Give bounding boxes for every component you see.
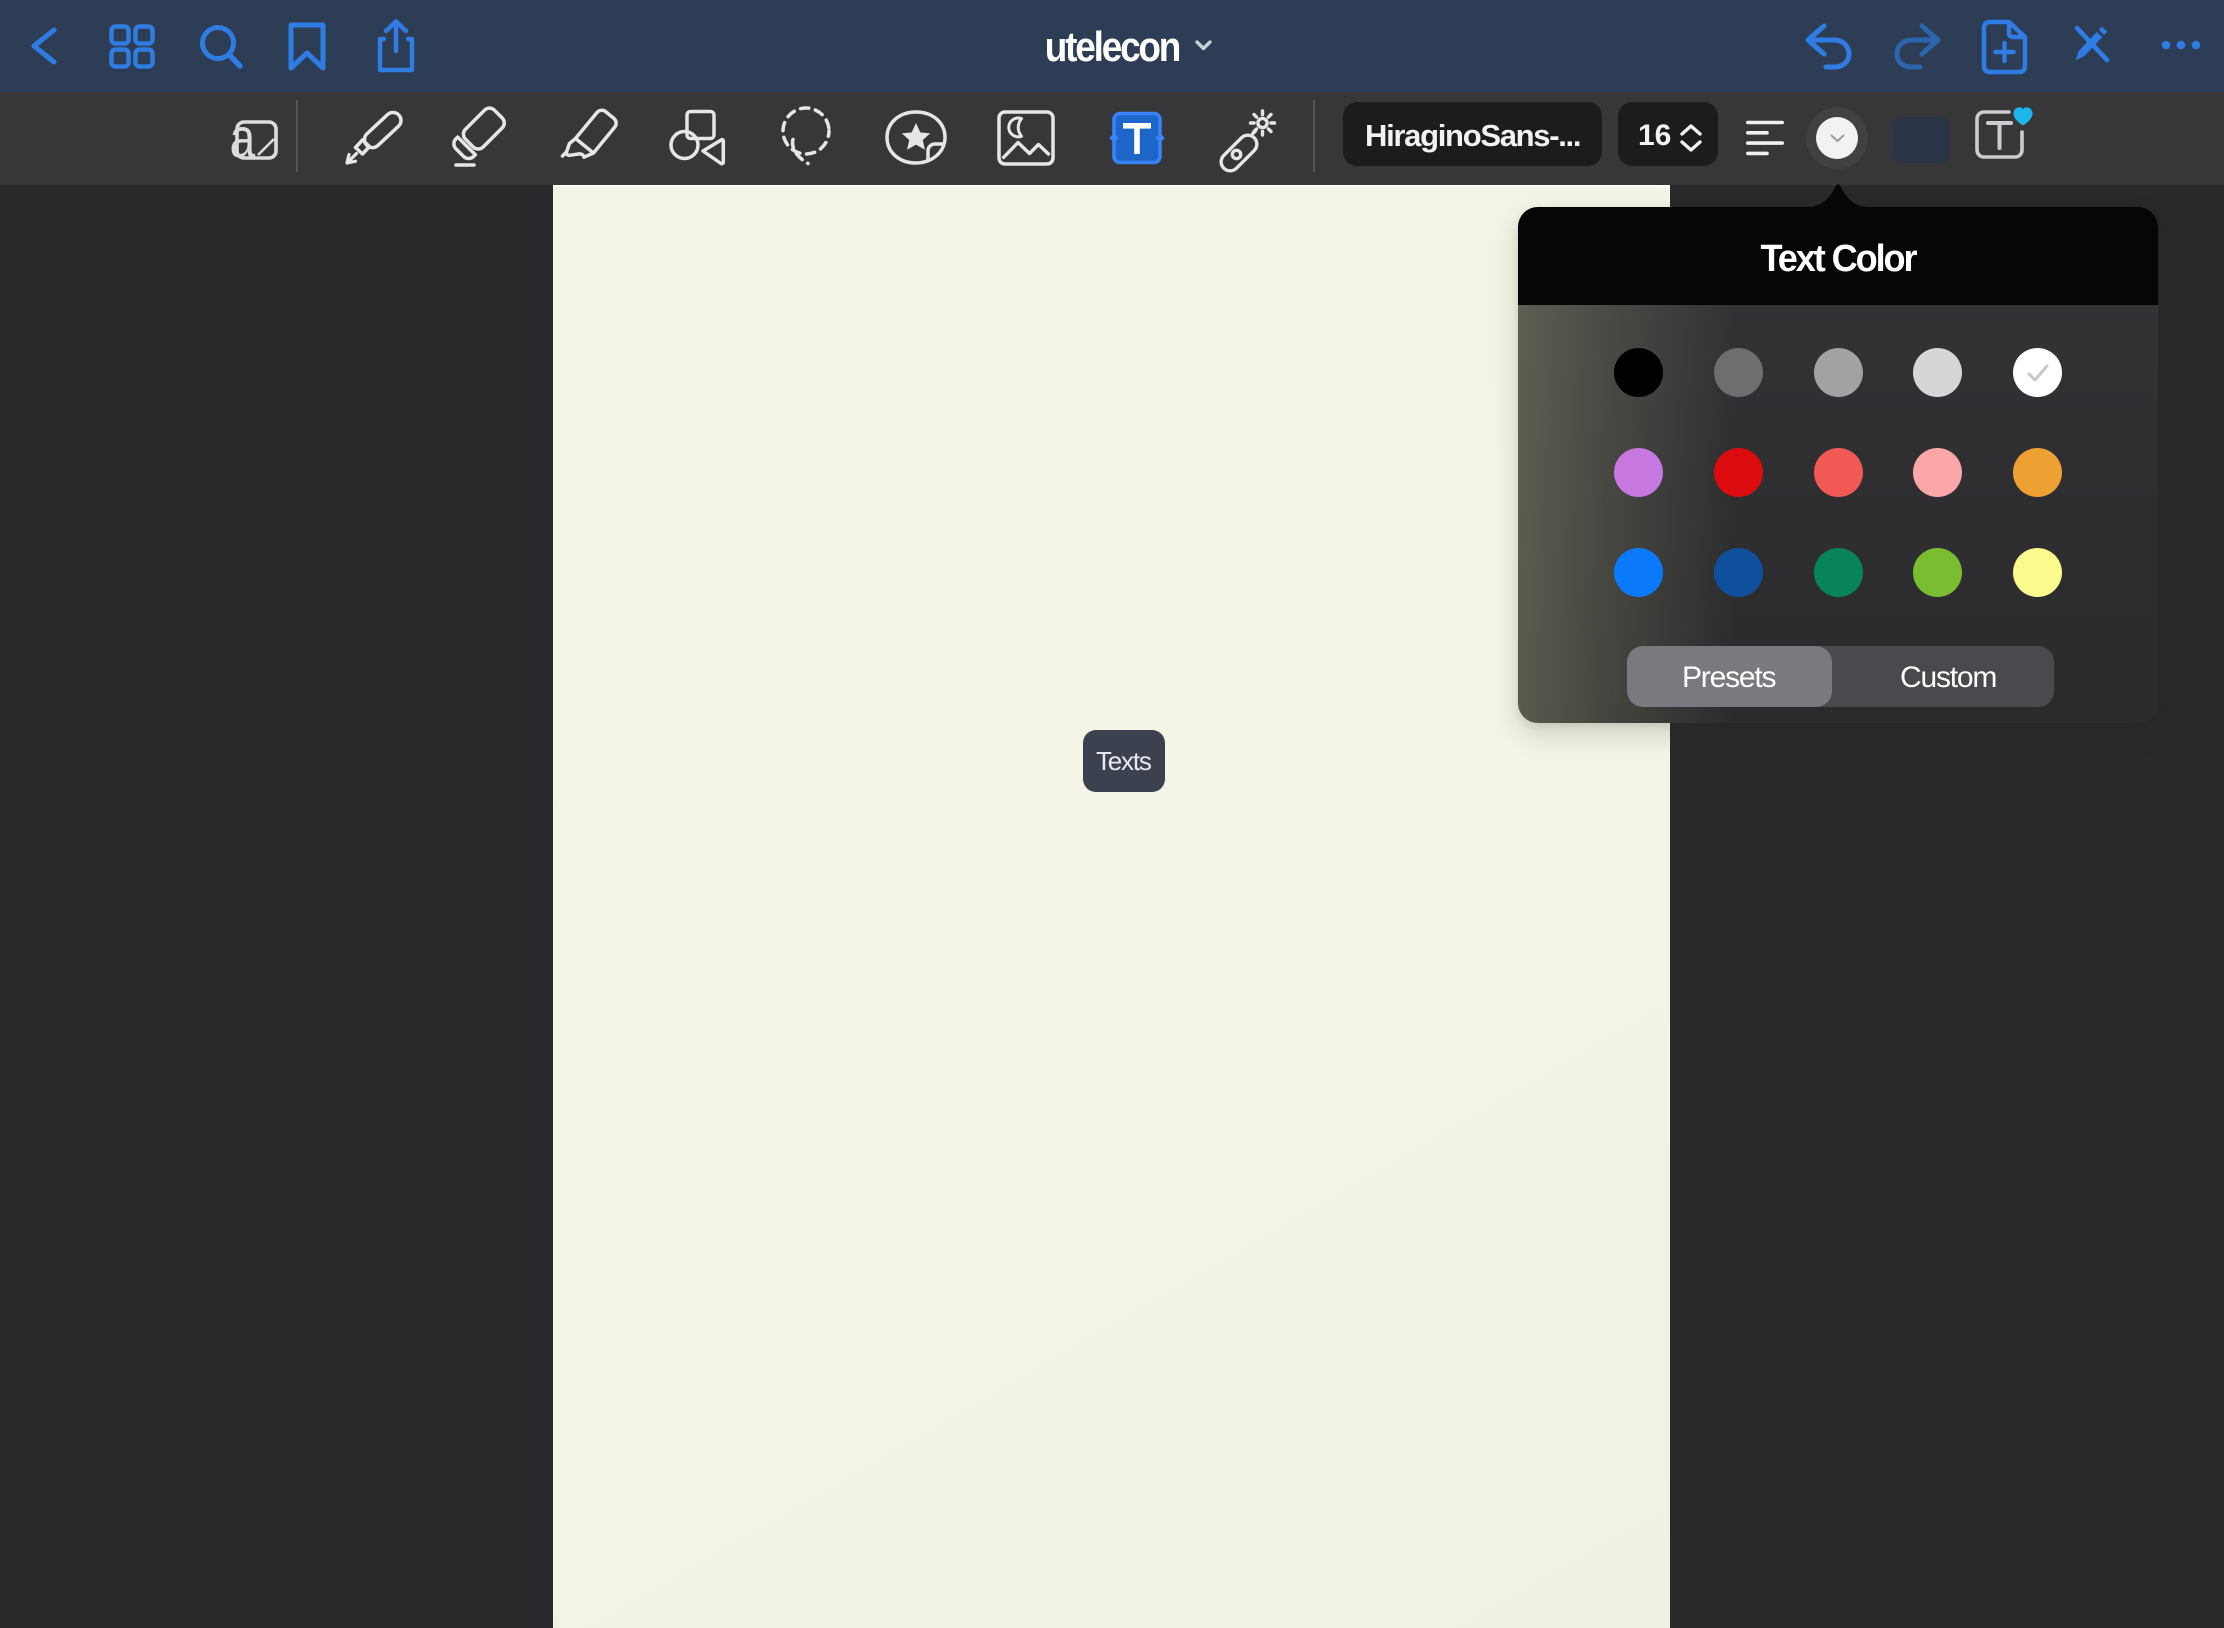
svg-text:a: a — [230, 107, 256, 169]
